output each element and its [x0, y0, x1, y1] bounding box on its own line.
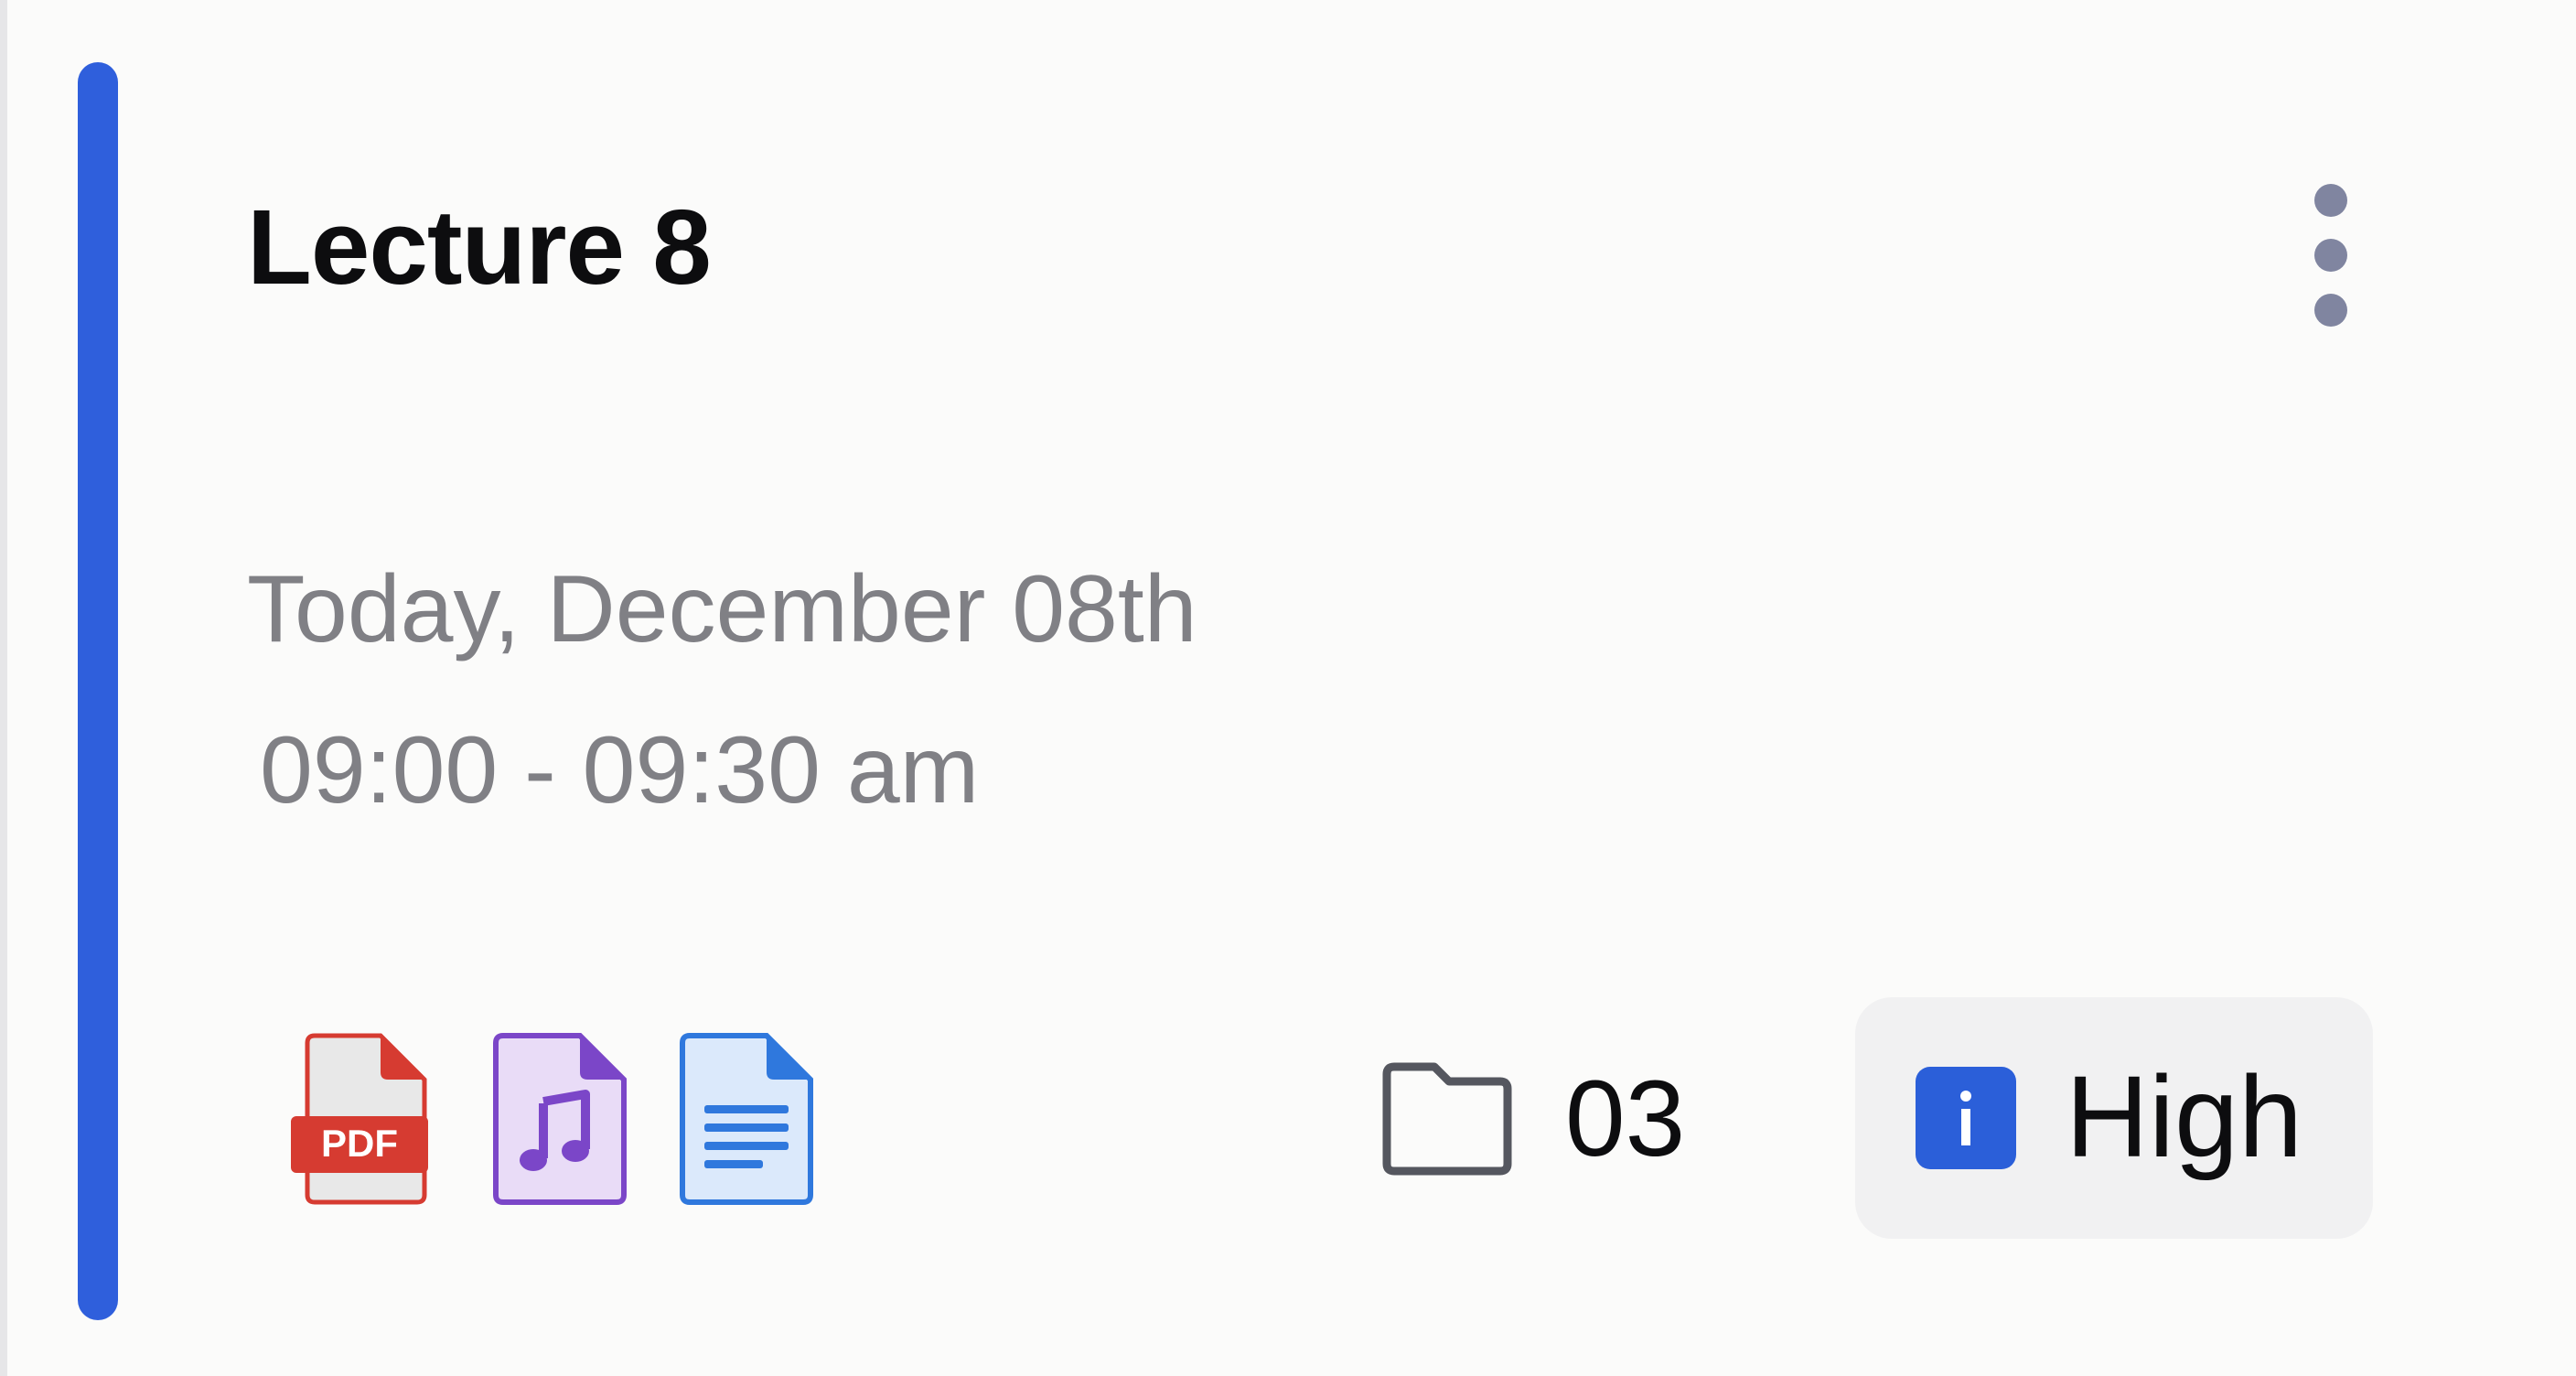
document-file-icon[interactable]	[677, 1032, 814, 1206]
more-vertical-icon-dot	[2314, 294, 2347, 327]
info-icon	[1916, 1067, 2016, 1169]
folder-count: 03	[1565, 1059, 1686, 1179]
lecture-card[interactable]: Lecture 8 Today, December 08th 09:00 - 0…	[0, 0, 2576, 1376]
card-accent-bar	[78, 62, 118, 1320]
attachment-folder[interactable]: 03	[1378, 1061, 1725, 1180]
pdf-file-icon[interactable]: PDF	[291, 1032, 428, 1206]
priority-badge[interactable]: High	[1855, 997, 2373, 1239]
more-vertical-icon-dot	[2314, 239, 2347, 272]
info-icon-dot	[1960, 1091, 1971, 1102]
more-vertical-icon	[2314, 184, 2347, 217]
card-time: 09:00 - 09:30 am	[260, 717, 980, 823]
card-title: Lecture 8	[247, 188, 712, 306]
folder-icon	[1382, 1062, 1512, 1176]
info-icon-stem	[1961, 1109, 1970, 1145]
pdf-label: PDF	[321, 1122, 398, 1165]
priority-label: High	[2066, 1052, 2303, 1181]
more-options-button[interactable]	[2292, 178, 2369, 336]
audio-file-icon[interactable]	[490, 1032, 628, 1206]
card-date: Today, December 08th	[247, 556, 1197, 662]
